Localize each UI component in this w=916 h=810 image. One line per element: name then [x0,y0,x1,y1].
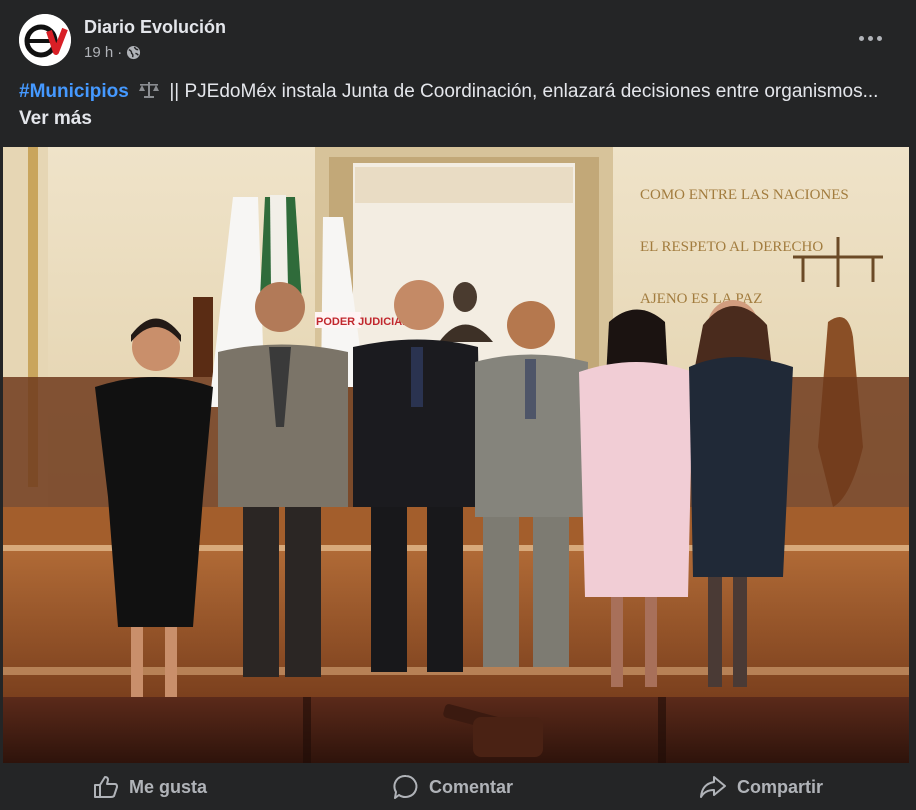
hashtag-link[interactable]: #Municipios [19,81,129,102]
comment-button[interactable]: Comentar [375,768,531,806]
more-options-icon [858,35,864,41]
facebook-post: Diario Evolución 19 h · #Municipios || P… [0,0,916,810]
speech-bubble-icon [393,774,418,799]
post-header: Diario Evolución 19 h · [0,0,916,76]
scales-icon [139,82,160,98]
share-label: Compartir [736,776,823,797]
like-label: Me gusta [128,776,207,797]
more-options-button[interactable] [850,22,890,54]
share-button[interactable]: Compartir [681,769,841,805]
post-meta: 19 h · [84,44,141,61]
post-caption: #Municipios || PJEdoMéx instala Junta de… [19,78,889,132]
page-name-link[interactable]: Diario Evolución [84,17,226,38]
meta-separator: · [117,44,123,61]
flag-banner-text: PODER JUDICIAL [316,316,409,328]
see-more-link[interactable]: Ver más [19,108,92,129]
thumbs-up-icon [93,776,118,798]
post-photo[interactable]: COMO ENTRE LAS NACIONES EL RESPETO AL DE… [3,147,909,763]
caption-text: || PJEdoMéx instala Junta de Coordinació… [169,81,879,102]
wall-inscription-line-2: EL RESPETO AL DERECHO [640,239,823,255]
wall-inscription-line-1: COMO ENTRE LAS NACIONES [640,187,849,203]
post-timestamp[interactable]: 19 h [84,44,113,61]
page-avatar[interactable] [19,14,71,66]
comment-label: Comentar [428,776,513,797]
share-arrow-icon [699,776,726,798]
like-button[interactable]: Me gusta [75,769,225,805]
post-action-bar: Me gusta Comentar Compartir [0,764,916,810]
diario-evolucion-logo [19,14,71,66]
group-photo-image: COMO ENTRE LAS NACIONES EL RESPETO AL DE… [3,147,909,763]
globe-icon [127,45,141,60]
